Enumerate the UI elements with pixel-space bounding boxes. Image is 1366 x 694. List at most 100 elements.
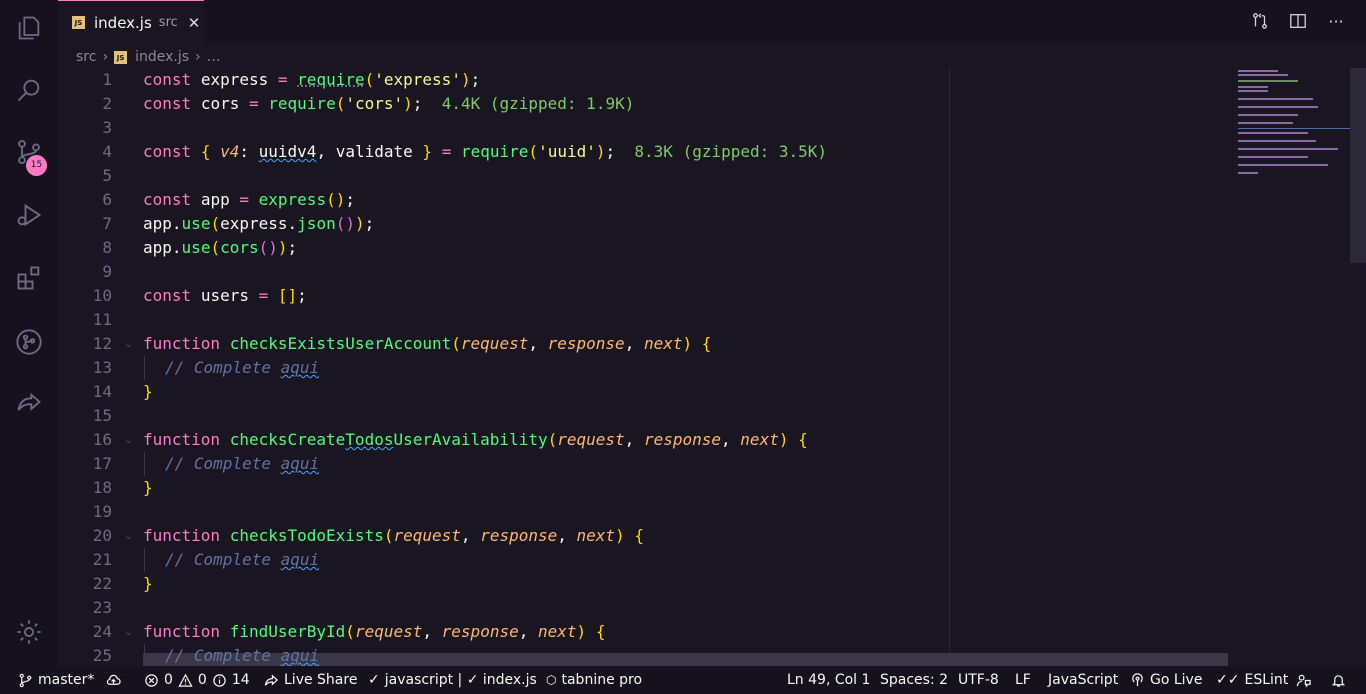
more-actions-icon[interactable]: ···: [1326, 10, 1346, 32]
bracket: ): [354, 214, 365, 233]
identifier: uuidv4: [258, 142, 317, 161]
bracket: (: [528, 142, 539, 161]
keyword: function: [143, 430, 221, 449]
spelling-warning: aqui: [280, 454, 320, 473]
open-changes-icon[interactable]: [1250, 10, 1270, 32]
js-file-icon: JS: [114, 50, 128, 64]
code-line: 14 }: [58, 380, 1228, 404]
notifications-button[interactable]: [1331, 666, 1346, 694]
code-text[interactable]: function checksCreateTodosUserAvailabili…: [143, 428, 808, 452]
scroll-thumb[interactable]: [1350, 68, 1366, 263]
cursor-position[interactable]: Ln 49, Col 1: [787, 666, 870, 694]
code-line: 3: [58, 116, 1228, 140]
close-icon[interactable]: ✕: [188, 14, 201, 32]
breadcrumb-separator: ›: [102, 49, 109, 65]
code-text[interactable]: const app = express();: [143, 188, 355, 212]
feedback-button[interactable]: [1296, 666, 1311, 694]
check-all-icon: ✓✓: [1216, 672, 1240, 688]
code-text[interactable]: function findUserById(request, response,…: [143, 620, 605, 644]
line-ending[interactable]: LF: [1015, 666, 1031, 694]
line-number: 18: [92, 478, 112, 497]
parameter: request: [393, 526, 461, 545]
parameter: next: [643, 334, 683, 353]
code-line: 20 ⌄ function checksTodoExists(request, …: [58, 524, 1228, 548]
vertical-scrollbar[interactable]: [1350, 68, 1366, 666]
line-number: 11: [92, 310, 112, 329]
code-text[interactable]: const cors = require('cors'); 4.4K (gzip…: [143, 92, 634, 116]
bracket: (): [335, 214, 355, 233]
go-live-button[interactable]: Go Live: [1130, 666, 1202, 694]
problems-item[interactable]: 0 0 14: [144, 666, 250, 694]
line-number: 13: [92, 358, 112, 377]
git-branch-item[interactable]: master*: [18, 666, 94, 694]
extensions-icon[interactable]: [13, 262, 45, 294]
live-share-icon[interactable]: [13, 387, 45, 419]
bracket: (): [258, 238, 278, 257]
tab-description: src: [158, 15, 178, 30]
closing-brace[interactable]: }: [143, 380, 153, 404]
fold-chevron-icon[interactable]: ⌄: [124, 332, 133, 356]
comma: ,: [518, 622, 529, 641]
comment[interactable]: // Complete aqui: [165, 644, 319, 666]
breadcrumb-folder[interactable]: src: [76, 49, 96, 65]
identifier: app: [143, 238, 172, 257]
search-icon[interactable]: [13, 74, 45, 106]
comma: ,: [460, 526, 471, 545]
parameter: request: [557, 430, 625, 449]
breadcrumb-more[interactable]: …: [207, 49, 221, 65]
source-control-badge: 15: [26, 155, 47, 176]
tab-index-js[interactable]: JS index.js src ✕: [58, 0, 204, 44]
minimap[interactable]: [1228, 68, 1356, 666]
identifier: app: [143, 214, 172, 233]
explorer-icon[interactable]: [13, 12, 45, 44]
function-call: cors: [220, 238, 259, 257]
semicolon: ;: [412, 94, 423, 113]
fold-chevron-icon[interactable]: ⌄: [124, 524, 133, 548]
live-share-status[interactable]: Live Share: [264, 666, 357, 694]
cloud-sync-icon: [106, 674, 121, 685]
sync-button[interactable]: [106, 666, 121, 694]
code-text[interactable]: app.use(express.json());: [143, 212, 374, 236]
comma: ,: [624, 430, 635, 449]
run-debug-icon[interactable]: [13, 199, 45, 231]
warning-count: 0: [197, 672, 207, 688]
line-number: 16: [92, 430, 112, 449]
split-editor-icon[interactable]: [1288, 10, 1308, 32]
comment[interactable]: // Complete aqui: [165, 356, 319, 380]
semicolon: ;: [345, 190, 355, 209]
comment[interactable]: // Complete aqui: [165, 548, 319, 572]
code-editor[interactable]: 1 const express = require('express'); 2 …: [58, 68, 1228, 666]
fold-chevron-icon[interactable]: ⌄: [124, 620, 133, 644]
semicolon: ;: [605, 142, 616, 161]
code-text[interactable]: app.use(cors());: [143, 236, 297, 260]
bracket: (: [210, 214, 221, 233]
gear-icon[interactable]: [13, 616, 45, 648]
eslint-item[interactable]: ✓✓ ESLint: [1216, 666, 1288, 694]
language-mode[interactable]: JavaScript: [1048, 666, 1118, 694]
tabnine-item[interactable]: ⬡ tabnine pro: [546, 666, 642, 694]
encoding[interactable]: UTF-8: [958, 666, 999, 694]
language-check-item[interactable]: ✓ javascript | ✓ index.js: [368, 666, 537, 694]
closing-brace[interactable]: }: [143, 476, 153, 500]
bracket: (): [326, 190, 346, 209]
code-text[interactable]: function checksExistsUserAccount(request…: [143, 332, 711, 356]
indent-guide: [144, 356, 145, 380]
code-text[interactable]: const express = require('express');: [143, 68, 480, 92]
code-text[interactable]: function checksTodoExists(request, respo…: [143, 524, 644, 548]
comment[interactable]: // Complete aqui: [165, 452, 319, 476]
operator: =: [258, 286, 269, 305]
gitlens-icon[interactable]: [13, 326, 45, 358]
bracket: {: [701, 334, 712, 353]
code-line: 10 const users = [];: [58, 284, 1228, 308]
spelling-warning: aqui: [280, 646, 320, 665]
bracket: {: [200, 142, 211, 161]
closing-brace[interactable]: }: [143, 572, 153, 596]
fold-chevron-icon[interactable]: ⌄: [124, 428, 133, 452]
parameter: next: [740, 430, 779, 449]
code-text[interactable]: const users = [];: [143, 284, 307, 308]
breadcrumb-file[interactable]: index.js: [135, 49, 189, 65]
indentation[interactable]: Spaces: 2: [880, 666, 948, 694]
line-number: 3: [102, 118, 112, 137]
code-text[interactable]: const { v4: uuidv4, validate } = require…: [143, 140, 827, 164]
semicolon: ;: [287, 238, 298, 257]
